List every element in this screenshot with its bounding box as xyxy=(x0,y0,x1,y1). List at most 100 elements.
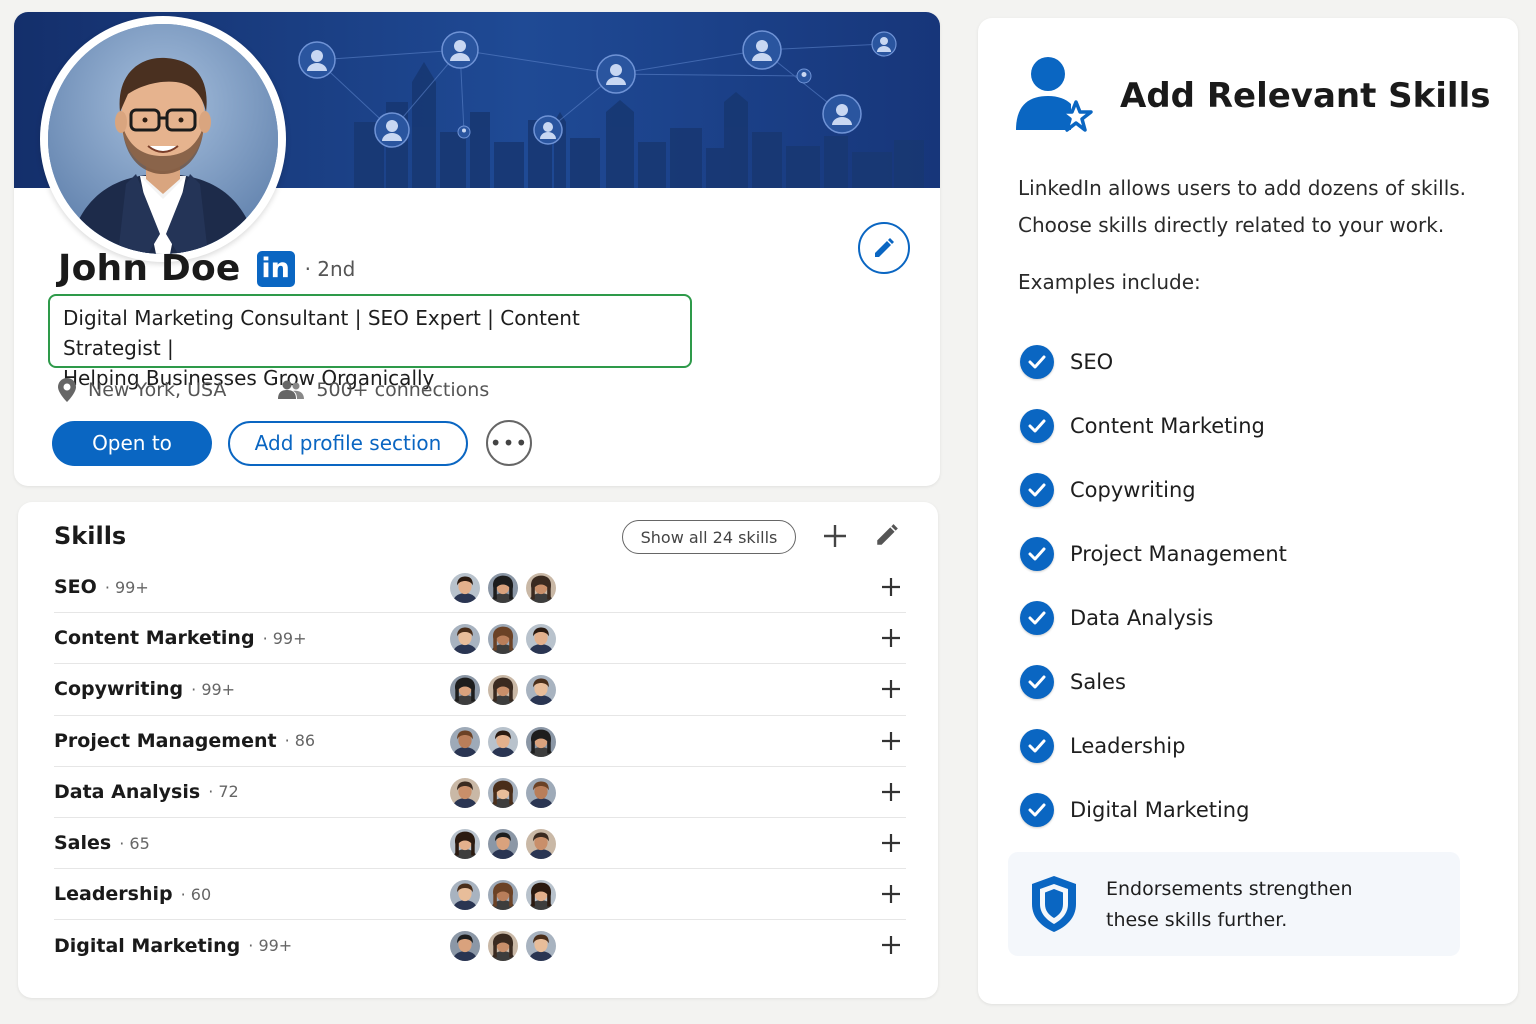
example-skill-label: Digital Marketing xyxy=(1070,798,1250,822)
example-skill-label: Copywriting xyxy=(1070,478,1196,502)
endorser-avatar[interactable] xyxy=(486,724,520,759)
skill-name[interactable]: Content Marketing xyxy=(54,627,255,649)
skill-row[interactable]: Digital Marketing · 99+ xyxy=(54,920,906,971)
skill-row[interactable]: Copywriting · 99+ xyxy=(54,664,906,716)
endorse-plus-button[interactable] xyxy=(876,775,906,809)
endorse-plus-button[interactable] xyxy=(876,672,906,706)
skill-row[interactable]: SEO · 99+ xyxy=(54,562,906,614)
add-skill-button[interactable] xyxy=(818,518,852,554)
endorser-avatar[interactable] xyxy=(524,673,558,708)
more-actions-button[interactable]: ••• xyxy=(486,420,532,466)
endorser-avatar[interactable] xyxy=(524,724,558,759)
skill-row[interactable]: Sales · 65 xyxy=(54,818,906,870)
endorser-avatars[interactable] xyxy=(448,929,562,964)
endorser-avatar[interactable] xyxy=(524,826,558,861)
check-circle-icon xyxy=(1020,473,1054,507)
endorser-avatar[interactable] xyxy=(486,673,520,708)
endorser-avatar[interactable] xyxy=(448,673,482,708)
endorser-avatar[interactable] xyxy=(448,622,482,657)
example-skill-item: Copywriting xyxy=(1020,458,1287,522)
endorse-plus-button[interactable] xyxy=(876,928,906,962)
endorser-avatar[interactable] xyxy=(524,878,558,913)
endorser-avatars[interactable] xyxy=(448,826,562,861)
endorser-avatar[interactable] xyxy=(486,622,520,657)
example-skill-item: Content Marketing xyxy=(1020,394,1287,458)
endorser-avatar[interactable] xyxy=(448,775,482,810)
connections-item[interactable]: 500+ connections xyxy=(278,379,489,401)
endorser-avatars[interactable] xyxy=(448,878,562,913)
example-skill-label: Project Management xyxy=(1070,542,1287,566)
profile-photo xyxy=(48,24,278,254)
endorser-avatar[interactable] xyxy=(448,826,482,861)
plus-icon xyxy=(882,578,900,596)
endorser-avatar[interactable] xyxy=(486,775,520,810)
skill-name[interactable]: Copywriting xyxy=(54,678,183,700)
endorsement-count: · 99+ xyxy=(104,577,149,597)
examples-list: SEO Content Marketing Copywriting Project M… xyxy=(1020,330,1287,842)
pencil-icon xyxy=(877,524,898,545)
endorser-avatar[interactable] xyxy=(486,571,520,605)
plus-icon xyxy=(882,885,900,904)
open-to-button[interactable]: Open to xyxy=(52,420,212,466)
skill-name[interactable]: Leadership xyxy=(54,883,173,905)
profile-avatar[interactable] xyxy=(40,16,286,262)
endorser-avatars[interactable] xyxy=(448,724,562,759)
location-text: New York, USA xyxy=(88,379,227,401)
endorse-plus-button[interactable] xyxy=(876,621,906,655)
show-all-skills-button[interactable]: Show all 24 skills xyxy=(622,520,796,554)
skill-row[interactable]: Data Analysis · 72 xyxy=(54,767,906,818)
info-desc-line-1: LinkedIn allows users to add dozens of s… xyxy=(1018,176,1467,200)
headline-line-1: Digital Marketing Consultant | SEO Exper… xyxy=(63,306,580,360)
endorser-avatar[interactable] xyxy=(486,878,520,913)
endorse-plus-button[interactable] xyxy=(876,877,906,911)
endorsement-count: · 99+ xyxy=(191,679,236,699)
endorser-avatar[interactable] xyxy=(486,929,520,964)
endorsement-count: · 60 xyxy=(180,884,212,904)
add-profile-section-button[interactable]: Add profile section xyxy=(228,420,468,466)
check-circle-icon xyxy=(1020,601,1054,635)
example-skill-item: Leadership xyxy=(1020,714,1287,778)
example-skill-item: SEO xyxy=(1020,330,1287,394)
plus-icon xyxy=(824,525,846,547)
skill-name[interactable]: Data Analysis xyxy=(54,781,200,803)
endorser-avatar[interactable] xyxy=(448,878,482,913)
skill-row[interactable]: Content Marketing · 99+ xyxy=(54,613,906,665)
check-circle-icon xyxy=(1020,537,1054,571)
example-skill-label: SEO xyxy=(1070,350,1114,374)
skill-name[interactable]: Project Management xyxy=(54,730,277,752)
endorser-avatars[interactable] xyxy=(448,571,562,605)
check-circle-icon xyxy=(1020,345,1054,379)
skill-row[interactable]: Project Management · 86 xyxy=(54,716,906,767)
endorser-avatar[interactable] xyxy=(448,571,482,605)
endorser-avatar[interactable] xyxy=(524,775,558,810)
user-star-icon xyxy=(1014,54,1094,138)
skill-name[interactable]: Sales xyxy=(54,832,111,854)
endorsement-count: · 99+ xyxy=(248,936,293,956)
endorser-avatar[interactable] xyxy=(524,622,558,657)
plus-icon xyxy=(882,936,900,955)
skill-name[interactable]: SEO xyxy=(54,576,97,598)
endorser-avatar[interactable] xyxy=(524,571,558,605)
plus-icon xyxy=(882,833,900,852)
check-circle-icon xyxy=(1020,665,1054,699)
skill-name[interactable]: Digital Marketing xyxy=(54,935,240,957)
plus-icon xyxy=(882,731,900,750)
location-item: New York, USA xyxy=(58,378,226,402)
endorse-plus-button[interactable] xyxy=(876,724,906,758)
skill-row[interactable]: Leadership · 60 xyxy=(54,869,906,921)
profile-card: John Doe in · 2nd Digital Marketing Cons… xyxy=(14,12,940,486)
edit-profile-button[interactable] xyxy=(858,222,910,274)
endorser-avatar[interactable] xyxy=(524,929,558,964)
edit-skills-button[interactable] xyxy=(874,522,904,552)
endorser-avatars[interactable] xyxy=(448,775,562,810)
endorser-avatars[interactable] xyxy=(448,673,562,708)
endorse-plus-button[interactable] xyxy=(876,570,906,604)
example-skill-label: Content Marketing xyxy=(1070,414,1265,438)
location-pin-icon xyxy=(58,378,76,402)
endorser-avatar[interactable] xyxy=(486,826,520,861)
endorser-avatar[interactable] xyxy=(448,929,482,964)
endorse-plus-button[interactable] xyxy=(876,826,906,860)
endorser-avatars[interactable] xyxy=(448,622,562,657)
example-skill-label: Sales xyxy=(1070,670,1126,694)
endorser-avatar[interactable] xyxy=(448,724,482,759)
